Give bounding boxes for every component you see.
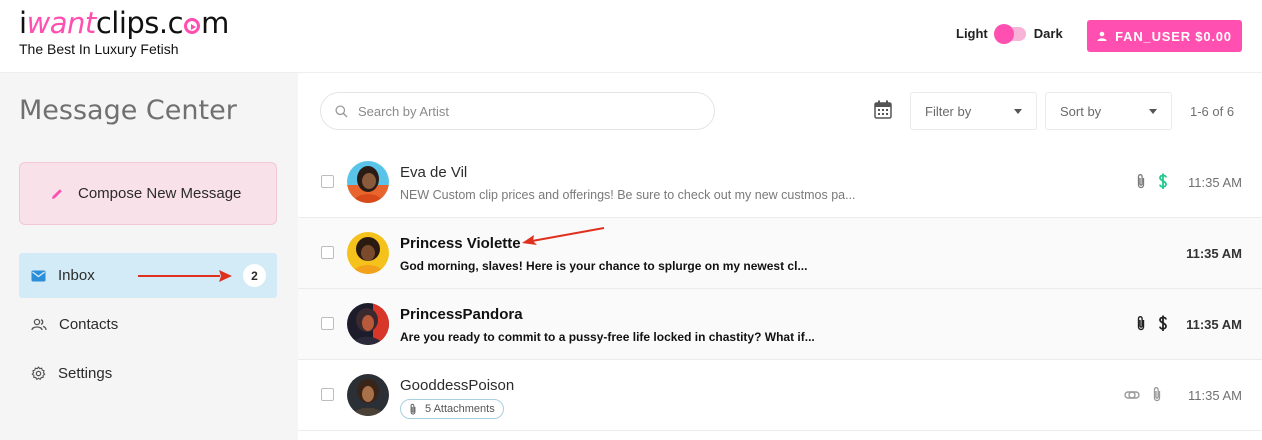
attachments-label: 5 Attachments [425,403,495,415]
message-icons [1136,173,1168,190]
sort-label: Sort by [1060,103,1102,119]
sidebar-item-label: Settings [58,365,113,382]
dollar-icon [1159,315,1167,331]
row-checkbox[interactable] [321,246,334,259]
message-time: 11:35 AM [1186,317,1242,332]
logo-wordmark: iwantclips.c m [19,6,229,40]
row-checkbox[interactable] [321,175,334,188]
pencil-icon [52,188,62,199]
sidebar-item-label: Contacts [59,316,119,333]
tagline: The Best In Luxury Fetish [19,41,179,57]
message-row[interactable]: PrincessPandora Are you ready to commit … [298,289,1262,360]
row-checkbox[interactable] [321,388,334,401]
theme-light-label: Light [956,26,988,41]
message-time: 11:35 AM [1188,388,1242,403]
search-bar[interactable] [320,92,715,130]
search-input[interactable] [358,103,678,119]
annotation-arrow-inbox [138,270,232,282]
sidebar-item-label: Inbox [58,267,95,284]
theme-dark-label: Dark [1033,26,1063,41]
sidebar-item-contacts[interactable]: Contacts [19,302,277,347]
paperclip-icon [1137,316,1145,331]
attachments-chip[interactable]: 5 Attachments [400,399,504,419]
contacts-icon [31,318,47,331]
paperclip-icon [410,403,416,415]
calendar-icon[interactable] [874,100,892,119]
message-icons [1124,386,1162,403]
unread-count-badge: 2 [243,264,266,287]
paperclip-icon [1137,174,1145,189]
theme-toggle[interactable]: Light Dark [956,23,1063,44]
message-icons [1136,315,1168,332]
message-time: 11:35 AM [1186,246,1242,261]
sender-name: Princess Violette [400,235,521,252]
link-icon [1124,390,1140,399]
switch-knob [993,23,1014,44]
sender-name: Eva de Vil [400,164,468,181]
user-balance-button[interactable]: FAN_USER $0.00 [1087,20,1242,52]
sort-dropdown[interactable]: Sort by [1045,92,1172,130]
avatar [347,232,389,274]
avatar [347,303,389,345]
search-icon [335,104,348,117]
sender-name: GooddessPoison [400,377,515,394]
dollar-icon [1159,173,1167,189]
site-logo[interactable]: iwantclips.c m The Best In Luxury Fetish [19,8,229,57]
chevron-down-icon [1014,108,1022,114]
message-row[interactable]: Princess Violette God morning, slaves! H… [298,218,1262,289]
gear-icon [31,366,46,381]
message-preview: God morning, slaves! Here is your chance… [400,259,808,273]
message-preview: Are you ready to commit to a pussy-free … [400,330,815,344]
mail-icon [31,270,46,281]
annotation-arrow-sender [522,227,605,245]
avatar [347,374,389,416]
compose-label: Compose New Message [78,185,242,202]
top-header: iwantclips.c m The Best In Luxury Fetish … [0,0,1262,73]
theme-switch[interactable] [993,23,1026,44]
avatar [347,161,389,203]
compose-button[interactable]: Compose New Message [19,162,277,225]
sender-name: PrincessPandora [400,306,523,323]
filter-label: Filter by [925,103,972,119]
message-row[interactable]: Eva de Vil NEW Custom clip prices and of… [298,147,1262,218]
page-title: Message Center [19,95,237,126]
user-icon [1097,31,1107,41]
message-row[interactable]: GooddessPoison 5 Attachments 11:35 AM [298,360,1262,431]
row-checkbox[interactable] [321,317,334,330]
paperclip-icon [1153,387,1161,402]
play-icon [184,18,201,34]
filter-dropdown[interactable]: Filter by [910,92,1037,130]
user-balance-label: FAN_USER $0.00 [1115,28,1232,44]
sidebar-item-settings[interactable]: Settings [19,351,277,396]
chevron-down-icon [1149,108,1157,114]
pagination-range: 1-6 of 6 [1190,104,1235,119]
sidebar: Message Center Compose New Message Inbox… [0,73,298,440]
message-time: 11:35 AM [1188,175,1242,190]
message-preview: NEW Custom clip prices and offerings! Be… [400,188,856,202]
